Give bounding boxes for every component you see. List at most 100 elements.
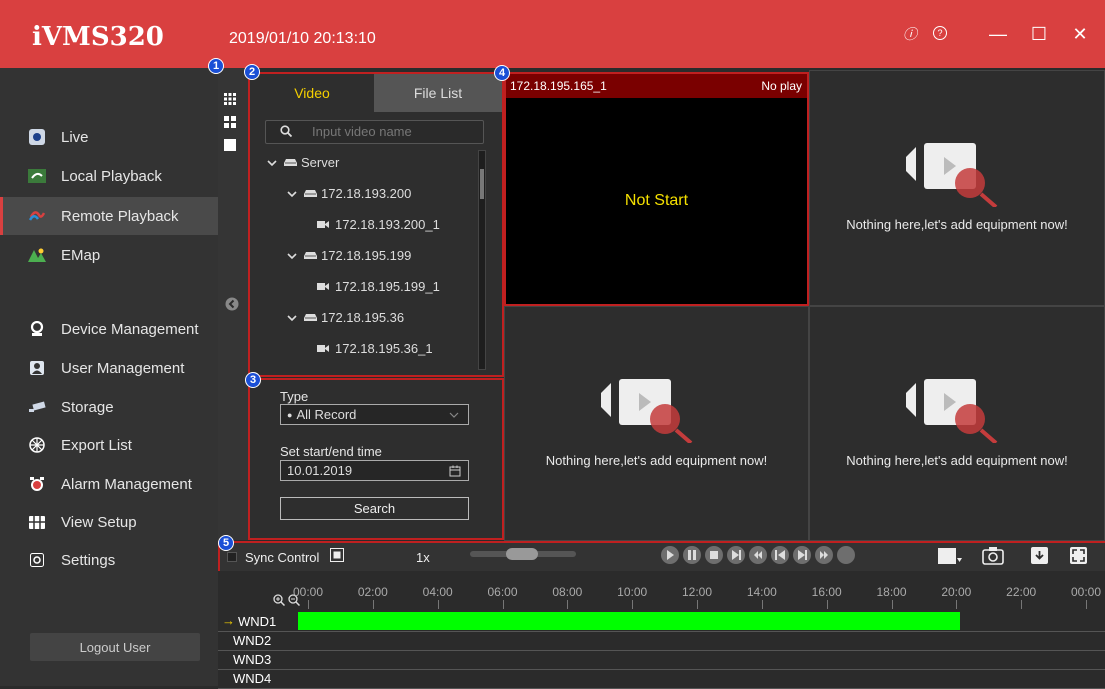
empty-cell-message: Nothing here,let's add equipment now!: [846, 453, 1068, 468]
video-cell-1[interactable]: 172.18.195.165_1 No play Not Start: [504, 72, 809, 306]
sidebar-item-device-management[interactable]: Device Management: [0, 310, 218, 348]
stop-button[interactable]: [704, 545, 724, 565]
video-search-input[interactable]: Input video name: [265, 120, 484, 144]
tree-node-label: 172.18.193.200_1: [335, 217, 440, 232]
tree-node[interactable]: 172.18.193.200: [287, 186, 411, 201]
play-button[interactable]: [660, 545, 680, 565]
sidebar-item-label: EMap: [61, 246, 101, 264]
help-icon[interactable]: ?: [928, 24, 952, 40]
chevron-down-icon[interactable]: [287, 314, 297, 322]
sidebar-item-local-playback[interactable]: Local Playback: [0, 157, 218, 195]
tree-scrollbar[interactable]: [478, 150, 486, 370]
chevron-down-icon[interactable]: [287, 252, 297, 260]
collapse-panel-icon[interactable]: [225, 297, 239, 311]
calendar-icon[interactable]: [449, 465, 461, 477]
sidebar-item-settings[interactable]: Settings: [0, 541, 218, 579]
sync-control-label: Sync Control: [245, 550, 320, 565]
chevron-down-icon[interactable]: [287, 190, 297, 198]
sidebar-item-live[interactable]: Live: [0, 118, 218, 156]
date-value: 10.01.2019: [287, 463, 353, 478]
video-cell-2[interactable]: Nothing here,let's add equipment now!: [809, 70, 1105, 306]
tree-node[interactable]: 172.18.195.199: [287, 248, 411, 263]
close-icon[interactable]: ✕: [1068, 24, 1092, 45]
live-icon: [28, 128, 46, 146]
sidebar-item-view-setup[interactable]: View Setup: [0, 503, 218, 541]
timeline-row[interactable]: [218, 670, 1105, 689]
timeline-tick: [502, 600, 504, 609]
tree-node[interactable]: 172.18.195.36: [287, 310, 404, 325]
timeline-hour-label: 00:00: [1071, 585, 1102, 599]
sidebar-item-emap[interactable]: EMap: [0, 236, 218, 274]
layout-4-icon[interactable]: [224, 116, 236, 128]
cell-device-name: 172.18.195.165_1: [510, 79, 607, 93]
video-cell-4[interactable]: Nothing here,let's add equipment now!: [809, 306, 1105, 541]
timeline-hour-label: 12:00: [682, 585, 713, 599]
slow-button[interactable]: [748, 545, 768, 565]
step-forward-button[interactable]: [726, 545, 746, 565]
sync-checkbox[interactable]: [227, 552, 237, 562]
timeline-hour-label: 14:00: [746, 585, 777, 599]
zoom-in-icon[interactable]: [273, 594, 285, 606]
tree-node[interactable]: 172.18.193.200_1: [317, 217, 440, 232]
layout-9-icon[interactable]: [224, 93, 236, 105]
sidebar-item-user-management[interactable]: User Management: [0, 349, 218, 387]
layout-1-icon[interactable]: [224, 139, 236, 151]
tree-node[interactable]: 172.18.195.36_1: [317, 341, 433, 356]
storage-icon: [28, 398, 46, 416]
dvr-icon: [304, 190, 317, 197]
timeline-row[interactable]: [218, 651, 1105, 670]
app-title: iVMS320: [32, 22, 164, 52]
timeline-tick: [632, 600, 634, 609]
timeline-tick: [697, 600, 698, 609]
extra-control-button[interactable]: [836, 545, 856, 565]
camera-icon: [317, 345, 329, 352]
fast-button[interactable]: [814, 545, 834, 565]
download-icon[interactable]: [1031, 547, 1048, 564]
sidebar-item-export-list[interactable]: Export List: [0, 426, 218, 464]
timeline-row[interactable]: [218, 632, 1105, 651]
type-select[interactable]: ● All Record: [280, 404, 469, 425]
help-glyph: ?: [933, 26, 947, 40]
previous-button[interactable]: [770, 545, 790, 565]
empty-cell-message: Nothing here,let's add equipment now!: [545, 453, 768, 468]
timeline-hour-label: 00:00: [293, 585, 324, 599]
sync-stop-icon[interactable]: [330, 548, 344, 562]
search-button[interactable]: Search: [280, 497, 469, 520]
not-start-text: Not Start: [624, 192, 689, 209]
tree-node[interactable]: 172.18.195.199_1: [317, 279, 440, 294]
speed-label: 1x: [416, 550, 430, 565]
tree-node-label: 172.18.193.200: [321, 186, 412, 201]
speed-slider-thumb[interactable]: [506, 548, 538, 560]
video-cell-3[interactable]: Nothing here,let's add equipment now!: [504, 306, 809, 541]
tab-video[interactable]: Video: [250, 74, 374, 112]
tree-node[interactable]: Server: [267, 155, 339, 170]
fullscreen-icon[interactable]: [1070, 547, 1087, 564]
tab-file-list[interactable]: File List: [374, 74, 502, 112]
tree-node-label: 172.18.195.199_1: [335, 279, 440, 294]
timeline-hour-label: 22:00: [1006, 585, 1037, 599]
chevron-down-icon[interactable]: [267, 159, 277, 167]
remote-playback-icon: [28, 207, 46, 225]
scrollbar-thumb[interactable]: [480, 169, 484, 199]
info-icon[interactable]: ⓘ: [898, 24, 922, 44]
sidebar-item-storage[interactable]: Storage: [0, 388, 218, 426]
type-value: All Record: [296, 407, 357, 422]
window-label: WND3: [233, 652, 272, 667]
sidebar-item-alarm-management[interactable]: Alarm Management: [0, 465, 218, 503]
sidebar-item-label: Device Management: [61, 320, 199, 338]
clip-icon[interactable]: [938, 548, 962, 564]
timeline-tick: [891, 600, 893, 609]
date-input[interactable]: 10.01.2019: [280, 460, 469, 481]
recording-segment[interactable]: [298, 612, 960, 630]
next-button[interactable]: [792, 545, 812, 565]
camera-icon[interactable]: [982, 546, 1004, 565]
badge-1: 1: [208, 58, 224, 74]
maximize-icon[interactable]: ☐: [1027, 24, 1051, 45]
minimize-icon[interactable]: —: [986, 24, 1010, 45]
logout-button[interactable]: Logout User: [30, 633, 200, 661]
sidebar-item-remote-playback[interactable]: Remote Playback: [0, 197, 218, 235]
emap-icon: [28, 246, 46, 264]
sidebar-item-label: Remote Playback: [61, 207, 179, 225]
timeline-tick: [372, 600, 374, 609]
pause-button[interactable]: [682, 545, 702, 565]
